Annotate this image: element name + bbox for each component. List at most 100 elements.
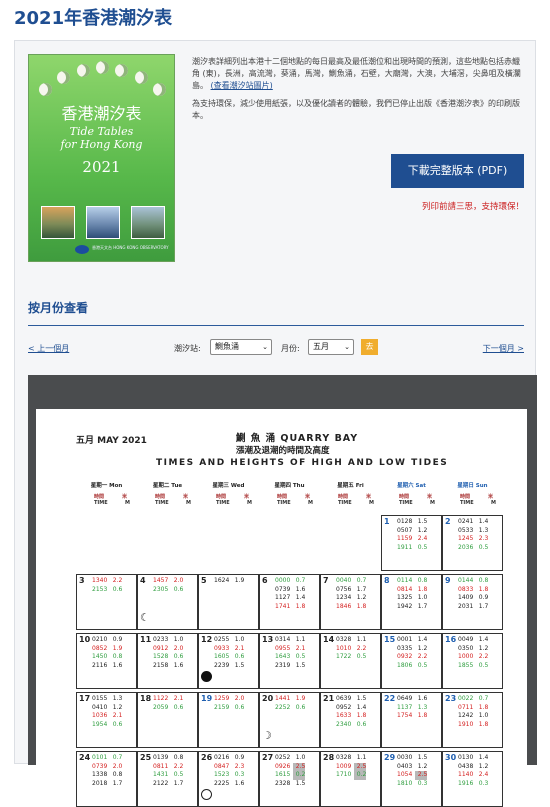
empty-cell [76, 515, 137, 571]
day-number: 28 [323, 753, 335, 762]
tide-entry: 0933 2.1 [214, 644, 245, 652]
tide-entry: 2018 1.7 [92, 779, 123, 787]
new-moon-icon [201, 671, 212, 682]
tide-entry: 2059 0.6 [153, 703, 184, 711]
tide-entry: 0252 1.0 [275, 754, 306, 761]
tide-entry: 0852 1.9 [92, 644, 123, 652]
tide-entry: 1000 2.2 [458, 653, 489, 660]
day-cell: 11 0233 1.0 0912 2.0 1528 0.6 2158 1.6 [137, 633, 198, 689]
station-label: 潮汐站: [174, 344, 201, 353]
chevron-down-icon: ⌄ [344, 343, 350, 351]
tide-entry: 1910 1.8 [458, 720, 489, 728]
tide-entry: 1234 1.2 [336, 594, 367, 601]
tide-list: 1624 1.9 [214, 577, 259, 586]
tide-list: 1122 2.1 2059 0.6 [153, 695, 198, 712]
tide-entry: 1409 0.9 [458, 594, 489, 601]
tide-entry: 1806 0.5 [397, 661, 428, 669]
tide-entry: 1431 0.5 [153, 771, 184, 778]
next-month-link[interactable]: 下一個月 > [483, 343, 524, 354]
day-cell: 2 0241 1.4 0533 1.3 1245 2.3 2036 0.5 [442, 515, 503, 571]
day-cell: 9 0144 0.8 0833 1.8 1409 0.9 2031 1.7 [442, 574, 503, 630]
weekday-header: 星期六 Sat [397, 483, 426, 489]
tide-entry: 1633 1.8 [336, 712, 367, 719]
cover-photo [131, 206, 165, 239]
sheet-station: 鰂 魚 涌 QUARRY BAY [236, 433, 359, 444]
tide-entry: 1624 1.9 [214, 577, 245, 584]
station-select[interactable]: 鰂魚涌 ⌄ [210, 339, 272, 355]
tide-list: 0144 0.8 0833 1.8 1409 0.9 2031 1.7 [458, 577, 503, 611]
day-number: 13 [262, 635, 274, 644]
tide-entry: 1054 2.5 [397, 771, 428, 780]
pdf-viewer[interactable]: 五月 MAY 2021 鰂 魚 涌 QUARRY BAY 漲潮及退潮的時間及高度… [28, 375, 537, 807]
tide-entry: 1916 0.3 [458, 779, 489, 787]
weekday-header: 星期日 Sun [457, 483, 488, 489]
tide-entry: 2328 1.5 [275, 779, 306, 787]
month-select[interactable]: 五月 ⌄ [308, 339, 354, 355]
day-number: 27 [262, 753, 274, 762]
tide-entry: 1615 0.2 [275, 771, 306, 780]
week-row: 24 0101 0.7 0739 2.0 1338 0.8 2018 1.7 25 0139 0.8 0… [76, 751, 503, 807]
tide-list: 0128 1.5 0507 1.2 1159 2.4 1911 0.5 [397, 518, 442, 552]
tide-entry: 2239 1.5 [214, 661, 245, 669]
tide-list: 0101 0.7 0739 2.0 1338 0.8 2018 1.7 [92, 754, 137, 788]
tide-table-panel: 香港潮汐表 Tide Tables for Hong Kong 2021 香港天… [14, 40, 537, 807]
tide-list: 0030 1.5 0403 1.2 1054 2.5 1810 0.3 [397, 754, 442, 788]
tide-entry: 0335 1.2 [397, 644, 428, 652]
tide-entry: 1036 2.1 [92, 712, 123, 719]
tide-entry: 0711 1.8 [458, 703, 489, 711]
tide-entry: 1159 2.4 [397, 535, 428, 542]
station-photos-link[interactable]: (查看潮汐站圖片) [211, 81, 273, 90]
tide-entry: 1441 1.9 [275, 695, 306, 702]
tide-list: 1340 2.2 2153 0.6 [92, 577, 137, 594]
cover-photo [86, 206, 120, 239]
tide-list: 0210 0.9 0852 1.9 1450 0.8 2116 1.6 [92, 636, 137, 670]
tide-list: 0233 1.0 0912 2.0 1528 0.6 2158 1.6 [153, 636, 198, 670]
day-number: 12 [201, 635, 213, 644]
day-cell: 30 0130 1.4 0438 1.2 1140 2.4 1916 0.3 [442, 751, 503, 807]
tide-entry: 1242 1.0 [458, 712, 489, 719]
tide-entry: 0639 1.5 [336, 695, 367, 702]
tide-table-cover-image[interactable]: 香港潮汐表 Tide Tables for Hong Kong 2021 香港天… [28, 54, 175, 262]
day-cell: 18 1122 2.1 2059 0.6 [137, 692, 198, 748]
tide-list: 0216 0.9 0847 2.3 1523 0.3 2225 1.6 [214, 754, 259, 788]
tide-entry: 1855 0.5 [458, 661, 489, 669]
tide-entry: 1340 2.2 [92, 577, 123, 584]
tide-entry: 0912 2.0 [153, 644, 184, 652]
tide-entry: 2225 1.6 [214, 779, 245, 787]
tide-entry: 1741 1.8 [275, 602, 306, 610]
week-row: 1 0128 1.5 0507 1.2 1159 2.4 1911 0.5 2 0241 1.4 053… [76, 515, 503, 571]
tide-entry: 0101 0.7 [92, 754, 123, 761]
day-number: 16 [445, 635, 457, 644]
day-cell: 19 1259 2.0 2159 0.6 [198, 692, 259, 748]
tide-entry: 0814 1.8 [397, 585, 428, 593]
day-number: 5 [201, 576, 207, 585]
day-cell: 6 0000 0.7 0739 1.6 1127 1.4 1741 1.8 [259, 574, 320, 630]
day-cell: 12 0255 1.0 0933 2.1 1605 0.6 2239 1.5 [198, 633, 259, 689]
tide-entry: 1722 0.5 [336, 653, 367, 660]
tide-entry: 1457 2.0 [153, 577, 184, 584]
sheet-month: 五月 MAY 2021 [76, 436, 147, 446]
tide-entry: 1942 1.7 [397, 602, 428, 610]
day-cell: 17 0155 1.3 0410 1.2 1036 2.1 1954 0.6 [76, 692, 137, 748]
tide-entry: 1643 0.5 [275, 653, 306, 660]
previous-month-link[interactable]: < 上一個月 [28, 343, 69, 354]
tide-list: 1259 2.0 2159 0.6 [214, 695, 259, 712]
tide-sheet: 五月 MAY 2021 鰂 魚 涌 QUARRY BAY 漲潮及退潮的時間及高度… [36, 409, 527, 807]
tide-list: 0252 1.0 0926 2.5 1615 0.2 2328 1.5 [275, 754, 320, 788]
tide-entry: 1710 0.2 [336, 771, 367, 780]
page-title: 2021年香港潮汐表 [14, 8, 173, 29]
day-number: 30 [445, 753, 457, 762]
day-number: 11 [140, 635, 152, 644]
download-pdf-button[interactable]: 下載完整版本 (PDF) [391, 154, 524, 188]
sheet-title-en: TIMES AND HEIGHTS OF HIGH AND LOW TIDES [156, 458, 449, 468]
day-number: 4 [140, 576, 146, 585]
weekday-header: 星期五 Fri [337, 483, 364, 489]
week-row: 17 0155 1.3 0410 1.2 1036 2.1 1954 0.6 18 1122 2.1 2… [76, 692, 503, 748]
tide-entry: 0128 1.5 [397, 518, 428, 525]
go-button[interactable]: 去 [361, 339, 378, 355]
tide-entry: 1911 0.5 [397, 543, 428, 551]
day-cell: 16 0049 1.4 0350 1.2 1000 2.2 1855 0.5 [442, 633, 503, 689]
tide-list: 1441 1.9 2252 0.6 [275, 695, 320, 712]
tide-list: 0022 0.7 0711 1.8 1242 1.0 1910 1.8 [458, 695, 503, 729]
tide-entry: 0155 1.3 [92, 695, 123, 702]
